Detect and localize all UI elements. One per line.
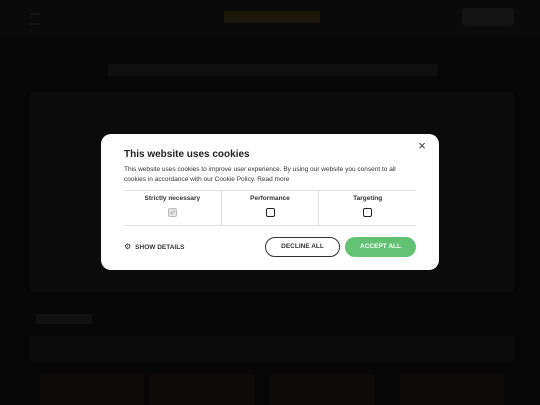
category-label: Performance	[250, 195, 290, 202]
targeting-checkbox[interactable]	[363, 208, 373, 217]
show-details-button[interactable]: ⚙ SHOW DETAILS	[124, 243, 185, 251]
read-more-link[interactable]: Read more	[257, 176, 289, 183]
decline-all-button[interactable]: DECLINE ALL	[265, 237, 340, 257]
dialog-footer: ⚙ SHOW DETAILS DECLINE ALL ACCEPT ALL	[124, 237, 416, 257]
category-targeting: Targeting	[318, 191, 416, 225]
strictly-necessary-checkbox	[167, 208, 177, 217]
close-icon[interactable]: ×	[414, 138, 430, 154]
dialog-description: This website uses cookies to improve use…	[124, 165, 416, 185]
category-performance: Performance	[220, 191, 319, 225]
category-strictly-necessary: Strictly necessary	[124, 191, 221, 225]
performance-checkbox[interactable]	[265, 208, 275, 217]
accept-all-button[interactable]: ACCEPT ALL	[345, 237, 416, 257]
dialog-title: This website uses cookies	[124, 149, 250, 160]
show-details-label: SHOW DETAILS	[135, 243, 185, 251]
category-label: Targeting	[353, 195, 383, 202]
gear-icon: ⚙	[124, 242, 132, 251]
cookie-categories: Strictly necessary Performance Targeting	[124, 190, 416, 226]
category-label: Strictly necessary	[144, 195, 201, 202]
cookie-consent-dialog: × This website uses cookies This website…	[101, 134, 439, 270]
